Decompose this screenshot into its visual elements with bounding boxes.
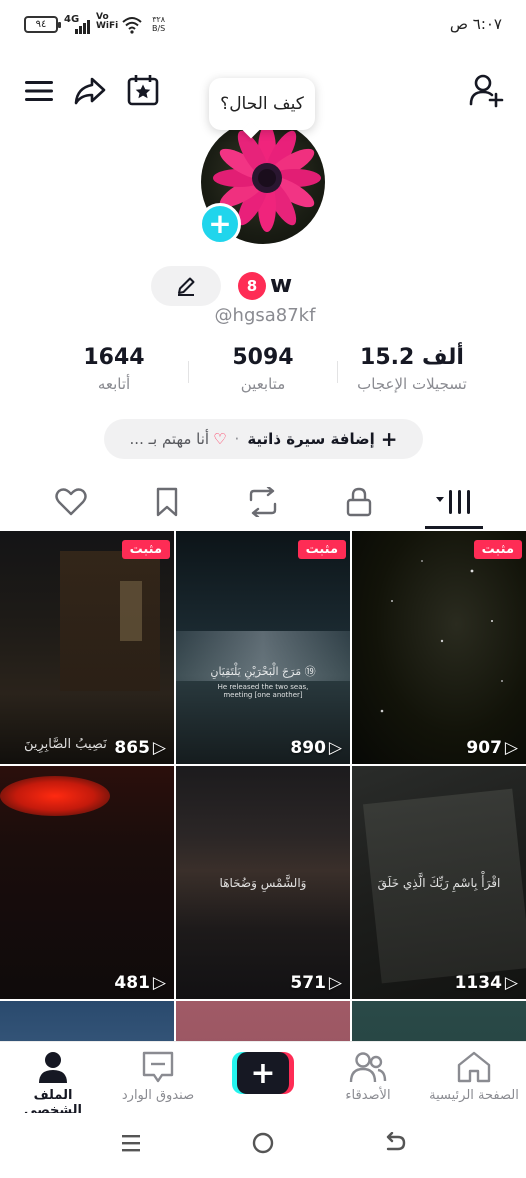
video-thumbnail[interactable]: 481 ▷ [0,766,174,999]
video-grid: مثبت 907 ▷ مَرَجَ الْبَحْرَيْنِ يَلْتَقِي… [0,531,526,1041]
video-grid-icon [436,490,470,514]
username: w [270,270,293,298]
user-handle: @hgsa87kf [214,305,316,326]
view-count: 571 ▷ [290,973,342,993]
status-bar: ٩٤ 4G Vo WiFi ٣٢٨ B/S ٦:٠٧ ص [0,0,526,52]
tab-videos[interactable] [426,476,482,528]
play-icon: ▷ [152,973,166,993]
following-stat[interactable]: 1644 أتابعه [40,343,188,403]
profile-icon [39,1052,67,1083]
tab-favorites[interactable] [139,476,195,528]
recent-apps-icon[interactable] [121,1133,141,1153]
interest-label: أنا مهتم بـ ... [129,430,210,448]
video-thumbnail[interactable]: وَالشَّمْسِ وَضُحَاهَا 571 ▷ [176,766,350,999]
friends-icon [349,1052,387,1083]
building-image [60,551,160,691]
pinned-badge: مثبت [473,540,522,559]
separator-dot: · [234,430,240,448]
add-friend-icon[interactable] [468,72,504,108]
followers-count: 5094 [232,345,294,370]
play-icon: ▷ [504,738,518,758]
battery-icon: ٩٤ [24,16,61,33]
nav-friends-label: الأصدقاء [345,1088,391,1103]
tab-reposts[interactable] [235,476,291,528]
pinned-badge: مثبت [297,540,346,559]
play-icon: ▷ [328,973,342,993]
lock-icon [346,487,372,517]
play-icon: ▷ [504,973,518,993]
add-bio-label: إضافة سيرة ذاتية [247,430,375,448]
video-thumbnail[interactable] [176,1001,350,1041]
likes-label: تسجيلات الإعجاب [357,375,467,393]
video-thumbnail[interactable] [0,1001,174,1041]
bookmark-icon [156,487,178,517]
battery-level: ٩٤ [35,19,47,30]
wifi-icon [122,17,142,34]
play-icon: ▷ [328,738,342,758]
heart-icon [55,488,87,516]
plus-icon: + [208,207,232,240]
back-icon[interactable] [384,1132,406,1154]
video-thumbnail[interactable]: اقْرَأْ بِاسْمِ رَبِّكَ الَّذِي خَلَقَ 1… [352,766,526,999]
followers-label: متابعين [240,375,286,393]
view-count: 865 ▷ [114,738,166,758]
view-count: 1134 ▷ [454,973,518,993]
video-thumbnail[interactable]: مثبت 907 ▷ [352,531,526,764]
add-avatar-button[interactable]: + [199,203,241,245]
tooltip-text: كيف الحال؟ [220,94,304,114]
nav-friends[interactable]: الأصدقاء [318,1042,418,1114]
likes-stat[interactable]: 15.2 ألف تسجيلات الإعجاب [338,343,486,403]
add-bio-button[interactable]: + إضافة سيرة ذاتية · ♡ أنا مهتم بـ ... [104,419,423,459]
nav-inbox[interactable]: صندوق الوارد [108,1042,208,1114]
sunset-image [0,776,110,816]
view-count: 907 ▷ [466,738,518,758]
heart-icon: ♡ [213,430,227,448]
profile-tabs [0,476,526,528]
nav-inbox-label: صندوق الوارد [121,1088,195,1103]
create-button[interactable]: + [232,1052,294,1094]
edit-profile-button[interactable] [151,266,221,306]
repost-icon [249,487,277,517]
verse-text: وَالشَّمْسِ وَضُحَاهَا [219,876,307,890]
following-count: 1644 [83,345,145,370]
nav-profile[interactable]: الملف الشخصي [3,1042,103,1118]
tab-liked[interactable] [43,476,99,528]
bottom-navigation: الصفحة الرئيسية الأصدقاء + صندوق الوارد … [0,1041,526,1118]
notification-badge[interactable]: 8 [238,272,266,300]
view-count: 481 ▷ [114,973,166,993]
home-icon [457,1051,491,1083]
profile-stats: 1644 أتابعه 5094 متابعين 15.2 ألف تسجيلا… [40,343,486,403]
video-thumbnail[interactable]: مَرَجَ الْبَحْرَيْنِ يَلْتَقِيَانِ ⑲ He … [176,531,350,764]
volte-wifi-label: Vo WiFi [96,12,119,31]
signal-icon [75,20,91,34]
status-tooltip[interactable]: كيف الحال؟ [209,78,315,130]
calendar-star-icon[interactable] [125,72,161,108]
inbox-icon [142,1051,174,1083]
night-sky-image [380,560,503,713]
verse-text: مَرَجَ الْبَحْرَيْنِ يَلْتَقِيَانِ ⑲ [210,665,316,678]
verse-translation: He released the two seas, meeting [one a… [217,683,309,699]
menu-icon[interactable] [21,73,57,109]
following-label: أتابعه [97,375,131,393]
pencil-icon [178,277,195,296]
share-icon[interactable] [72,73,108,109]
nav-home[interactable]: الصفحة الرئيسية [424,1042,524,1114]
play-icon: ▷ [152,738,166,758]
system-navigation [0,1113,526,1178]
verse-text: اقْرَأْ بِاسْمِ رَبِّكَ الَّذِي خَلَقَ [377,876,501,890]
plus-icon: + [237,1052,289,1094]
likes-count: 15.2 ألف [360,345,464,370]
nav-home-label: الصفحة الرئيسية [429,1088,519,1103]
video-thumbnail[interactable] [352,1001,526,1041]
view-count: 890 ▷ [290,738,342,758]
plus-icon: + [380,427,398,451]
active-tab-indicator [425,526,483,529]
pinned-badge: مثبت [121,540,170,559]
clock: ٦:٠٧ ص [449,15,502,33]
video-thumbnail[interactable]: نَصِيبُ الصَّابِرِينَ مثبت 865 ▷ [0,531,174,764]
home-button-icon[interactable] [252,1132,274,1154]
followers-stat[interactable]: 5094 متابعين [189,343,337,403]
tab-private[interactable] [331,476,387,528]
network-speed: ٣٢٨ B/S [152,15,166,33]
